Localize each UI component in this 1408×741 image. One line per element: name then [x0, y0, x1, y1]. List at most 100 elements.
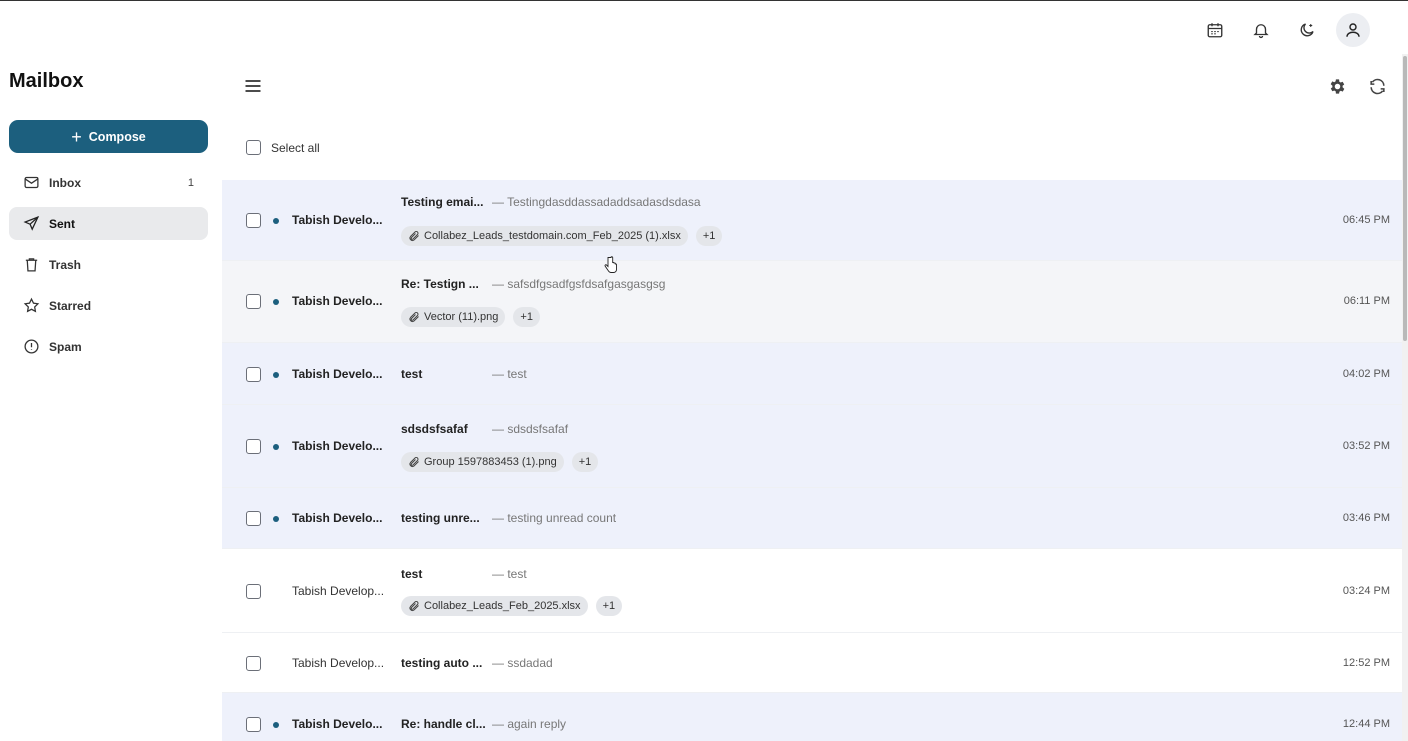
email-sender: Tabish Develop...: [292, 656, 385, 670]
email-row[interactable]: Tabish Develo... test — test 04:02 PM: [222, 343, 1402, 405]
top-bar: [0, 0, 1408, 54]
email-snippet: — testing unread count: [492, 511, 617, 525]
menu-icon[interactable]: [242, 76, 264, 96]
sidebar-item-sent[interactable]: Sent: [9, 207, 208, 240]
star-icon: [22, 297, 40, 315]
attachment-chip[interactable]: Collabez_Leads_Feb_2025.xlsx: [401, 596, 588, 616]
sidebar-item-trash[interactable]: Trash: [9, 248, 208, 281]
email-time: 12:44 PM: [1342, 718, 1390, 730]
sidebar-item-label: Spam: [49, 339, 82, 354]
attachment-list: Group 1597883453 (1).png +1: [401, 452, 599, 472]
email-sender: Tabish Develop...: [292, 584, 385, 598]
attachment-list: Vector (11).png +1: [401, 307, 540, 327]
email-time: 04:02 PM: [1342, 368, 1390, 380]
paperclip-icon: [409, 457, 419, 467]
toolbar-actions: [1326, 75, 1388, 97]
more-attachments-chip[interactable]: +1: [571, 452, 599, 472]
row-checkbox[interactable]: [246, 656, 261, 671]
email-snippet: — sdsdsfsafaf: [492, 422, 569, 436]
attachment-list: Collabez_Leads_Feb_2025.xlsx +1: [401, 596, 623, 616]
email-snippet: — test: [492, 567, 527, 581]
sidebar-item-starred[interactable]: Starred: [9, 289, 208, 322]
unread-dot: [273, 722, 279, 728]
email-subject: Testing emai...: [401, 195, 484, 209]
attachment-chip[interactable]: Collabez_Leads_testdomain.com_Feb_2025 (…: [401, 226, 688, 246]
bell-icon[interactable]: [1244, 13, 1278, 47]
send-icon: [22, 215, 40, 233]
email-snippet: — again reply: [492, 717, 567, 731]
row-checkbox[interactable]: [246, 439, 261, 454]
row-checkbox[interactable]: [246, 367, 261, 382]
email-snippet: — test: [492, 367, 527, 381]
row-checkbox[interactable]: [246, 294, 261, 309]
more-attachments-chip[interactable]: +1: [695, 226, 723, 246]
email-row[interactable]: Tabish Develo... sdsdsfsafaf — sdsdsfsaf…: [222, 405, 1402, 488]
row-checkbox[interactable]: [246, 213, 261, 228]
email-snippet: — ssdadad: [492, 656, 553, 670]
calendar-icon[interactable]: [1198, 13, 1232, 47]
unread-dot: [273, 299, 279, 305]
email-sender: Tabish Develo...: [292, 439, 383, 453]
email-time: 12:52 PM: [1342, 657, 1390, 669]
email-subject: Re: Testign ...: [401, 277, 479, 291]
more-attachments-chip[interactable]: +1: [595, 596, 623, 616]
email-subject: test: [401, 567, 423, 581]
email-row[interactable]: Tabish Develop... testing auto ... — ssd…: [222, 633, 1402, 693]
attachment-name: Collabez_Leads_testdomain.com_Feb_2025 (…: [424, 230, 681, 242]
scrollbar[interactable]: [1402, 54, 1408, 741]
email-sender: Tabish Develo...: [292, 717, 383, 731]
alert-icon: [22, 338, 40, 356]
scrollbar-thumb[interactable]: [1403, 56, 1407, 341]
select-all-label: Select all: [271, 140, 320, 155]
refresh-icon[interactable]: [1366, 75, 1388, 97]
attachment-name: Group 1597883453 (1).png: [424, 456, 557, 468]
user-icon[interactable]: [1336, 13, 1370, 47]
email-list: Tabish Develo... Testing emai... — Testi…: [222, 180, 1402, 741]
attachment-list: Collabez_Leads_testdomain.com_Feb_2025 (…: [401, 226, 723, 246]
top-icons: [1198, 13, 1370, 47]
select-all[interactable]: Select all: [246, 140, 320, 155]
email-subject: testing unre...: [401, 511, 480, 525]
email-row[interactable]: Tabish Develo... testing unre... — testi…: [222, 488, 1402, 549]
row-checkbox[interactable]: [246, 717, 261, 732]
hand-cursor-icon: [604, 256, 617, 273]
trash-icon: [22, 256, 40, 274]
unread-dot: [273, 218, 279, 224]
email-row[interactable]: Tabish Develo... Re: handle cl... — agai…: [222, 693, 1402, 741]
email-snippet: — safsdfgsadfgsfdsafgasgasgsg: [492, 277, 666, 291]
sidebar-item-label: Sent: [49, 216, 76, 231]
email-subject: Re: handle cl...: [401, 717, 486, 731]
email-sender: Tabish Develo...: [292, 294, 383, 308]
sidebar-item-label: Inbox: [49, 175, 81, 190]
sidebar-title: Mailbox: [9, 70, 84, 92]
email-sender: Tabish Develo...: [292, 367, 383, 381]
main-panel: Select all Tabish Develo... Testing emai…: [222, 54, 1402, 741]
email-time: 03:52 PM: [1342, 440, 1390, 452]
moon-icon[interactable]: [1290, 13, 1324, 47]
sidebar-item-spam[interactable]: Spam: [9, 330, 208, 363]
email-sender: Tabish Develo...: [292, 511, 383, 525]
plus-icon: +: [71, 126, 82, 147]
attachment-name: Vector (11).png: [424, 311, 499, 323]
attachment-chip[interactable]: Vector (11).png: [401, 307, 506, 327]
email-row[interactable]: Tabish Develo... Testing emai... — Testi…: [222, 180, 1402, 261]
settings-icon[interactable]: [1326, 75, 1348, 97]
email-row[interactable]: Tabish Develo... Re: Testign ... — safsd…: [222, 261, 1402, 343]
select-all-checkbox[interactable]: [246, 140, 261, 155]
attachment-chip[interactable]: Group 1597883453 (1).png: [401, 452, 564, 472]
sidebar-nav: Inbox 1 Sent Trash Starred Spam: [9, 166, 208, 371]
compose-button[interactable]: + Compose: [9, 120, 208, 153]
sidebar: Mailbox + Compose Inbox 1 Sent Trash Sta…: [0, 54, 222, 741]
mail-icon: [22, 174, 40, 192]
sidebar-item-inbox[interactable]: Inbox 1: [9, 166, 208, 199]
sidebar-item-label: Trash: [49, 257, 82, 272]
row-checkbox[interactable]: [246, 584, 261, 599]
unread-dot: [273, 444, 279, 450]
paperclip-icon: [409, 601, 419, 611]
row-checkbox[interactable]: [246, 511, 261, 526]
email-row[interactable]: Tabish Develop... test — test Collabez_L…: [222, 549, 1402, 633]
email-time: 03:24 PM: [1342, 585, 1390, 597]
more-attachments-chip[interactable]: +1: [513, 307, 540, 327]
email-sender: Tabish Develo...: [292, 213, 383, 227]
email-subject: test: [401, 367, 423, 381]
